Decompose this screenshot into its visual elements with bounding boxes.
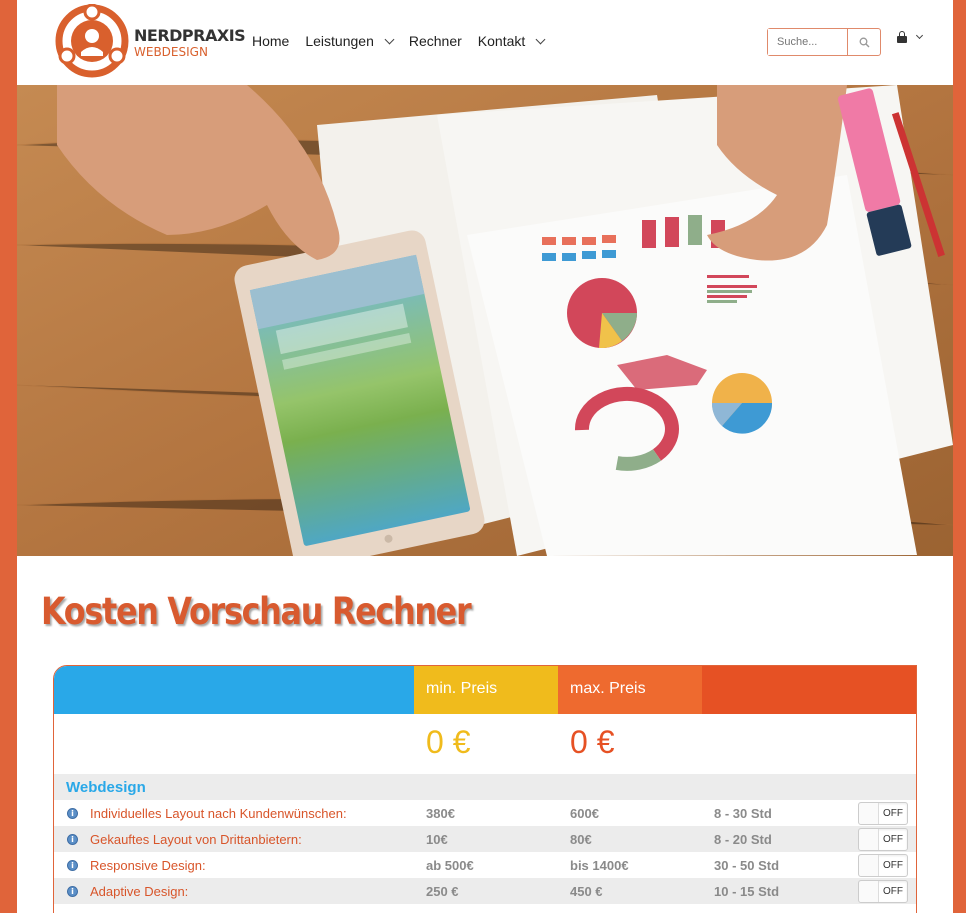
nav-leistungen[interactable]: Leistungen <box>305 33 395 49</box>
row-duration: 30 - 50 Std <box>714 858 780 873</box>
hero-photo-illustration <box>17 85 953 556</box>
chevron-down-icon <box>535 34 546 44</box>
logo-subtitle: WEBDESIGN <box>134 45 208 59</box>
row-name: Responsive Design: <box>90 858 206 873</box>
row-toggle[interactable]: OFF <box>858 854 908 877</box>
site-header: NERDPRAXIS WEBDESIGN Home Leistungen Rec… <box>17 0 953 85</box>
toggle-knob <box>859 803 879 824</box>
info-icon[interactable]: i <box>67 808 78 819</box>
row-name: Gekauftes Layout von Drittanbietern: <box>90 832 302 847</box>
toggle-label: OFF <box>883 808 903 819</box>
nav-kontakt[interactable]: Kontakt <box>477 33 546 49</box>
calculator-title: Kosten Vorschau Rechner <box>41 590 472 633</box>
nav-home[interactable]: Home <box>252 33 289 49</box>
row-max-price: bis 1400€ <box>570 858 629 873</box>
logo-icon[interactable] <box>55 4 129 78</box>
header-min-price: min. Preis <box>414 666 558 714</box>
search-input[interactable] <box>768 29 848 55</box>
toggle-label: OFF <box>883 860 903 871</box>
total-min-price: 0 € <box>426 724 471 760</box>
row-toggle[interactable]: OFF <box>858 828 908 851</box>
nav-kontakt-label: Kontakt <box>477 33 526 49</box>
table-row: i Adaptive Design: 250 € 450 € 10 - 15 S… <box>54 878 916 904</box>
toggle-label: OFF <box>883 834 903 845</box>
search-box <box>767 28 881 56</box>
row-duration: 10 - 15 Std <box>714 884 780 899</box>
table-row: i Gekauftes Layout von Drittanbietern: 1… <box>54 826 916 852</box>
header-duration <box>702 666 916 714</box>
table-row: i Individuelles Layout nach Kundenwünsch… <box>54 800 916 826</box>
logo-title: NERDPRAXIS <box>134 26 246 45</box>
info-icon[interactable]: i <box>67 860 78 871</box>
row-min-price: 380€ <box>426 806 455 821</box>
row-max-price: 80€ <box>570 832 592 847</box>
main-nav: Home Leistungen Rechner Kontakt <box>252 33 560 49</box>
chevron-down-icon <box>915 31 924 40</box>
table-header: min. Preis max. Preis <box>54 666 916 714</box>
table-row: i Responsive Design: ab 500€ bis 1400€ 3… <box>54 852 916 878</box>
info-icon[interactable]: i <box>67 886 78 897</box>
price-calculator-table: min. Preis max. Preis 0 € 0 € Webdesign … <box>53 665 917 913</box>
search-button[interactable] <box>848 29 880 55</box>
section-header-webdesign: Webdesign <box>54 774 916 800</box>
nav-rechner[interactable]: Rechner <box>409 33 462 49</box>
nav-home-label: Home <box>252 33 290 49</box>
row-duration: 8 - 30 Std <box>714 806 772 821</box>
totals-row: 0 € 0 € <box>54 714 916 774</box>
page: NERDPRAXIS WEBDESIGN Home Leistungen Rec… <box>17 0 953 913</box>
row-max-price: 450 € <box>570 884 603 899</box>
toggle-knob <box>859 829 879 850</box>
row-name: Individuelles Layout nach Kundenwünschen… <box>90 806 347 821</box>
row-max-price: 600€ <box>570 806 599 821</box>
search-icon <box>859 37 869 47</box>
header-max-price: max. Preis <box>558 666 702 714</box>
total-max-price: 0 € <box>570 724 615 760</box>
row-toggle[interactable]: OFF <box>858 802 908 825</box>
row-min-price: 10€ <box>426 832 448 847</box>
row-min-price: 250 € <box>426 884 459 899</box>
chevron-down-icon <box>384 34 395 44</box>
toggle-knob <box>859 855 879 876</box>
nav-leistungen-label: Leistungen <box>305 33 374 49</box>
hero-image <box>17 85 953 556</box>
section-title: Webdesign <box>66 779 146 796</box>
row-name: Adaptive Design: <box>90 884 189 899</box>
row-toggle[interactable]: OFF <box>858 880 908 903</box>
lock-icon <box>897 31 907 43</box>
row-duration: 8 - 20 Std <box>714 832 772 847</box>
toggle-knob <box>859 881 879 902</box>
user-menu[interactable] <box>897 31 924 43</box>
nav-rechner-label: Rechner <box>408 33 462 49</box>
header-item <box>54 666 414 714</box>
toggle-label: OFF <box>883 886 903 897</box>
logo-text[interactable]: NERDPRAXIS WEBDESIGN <box>134 26 246 60</box>
info-icon[interactable]: i <box>67 834 78 845</box>
row-min-price: ab 500€ <box>426 858 474 873</box>
